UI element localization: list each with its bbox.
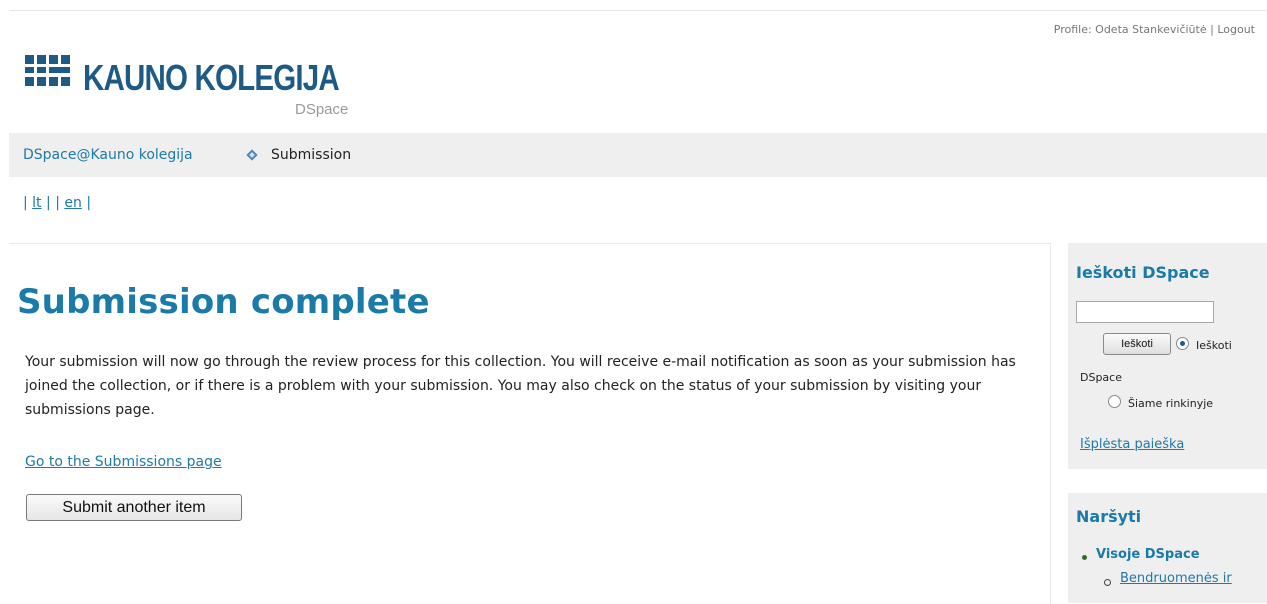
breadcrumb: DSpace@Kauno kolegija Submission (9, 133, 1267, 177)
bullet-hollow-icon (1104, 579, 1111, 586)
logo-mark-icon (25, 55, 79, 89)
submissions-page-link[interactable]: Go to the Submissions page (25, 454, 222, 470)
main-content: Submission complete Your submission will… (9, 243, 1051, 604)
language-switcher: | lt | | en | (23, 195, 91, 211)
lang-en-link[interactable]: en (64, 195, 82, 211)
search-scope-collection-label: Šiame rinkinyje (1128, 397, 1214, 410)
profile-bar: Profile: Odeta Stankevičiūtė | Logout (1054, 23, 1255, 36)
bullet-icon (1082, 555, 1087, 560)
browse-panel: Naršyti Visoje DSpace Bendruomenės ir (1068, 493, 1267, 603)
search-scope-dspace-radio[interactable] (1176, 337, 1189, 350)
profile-link[interactable]: Profile: Odeta Stankevičiūtė (1054, 23, 1207, 36)
breadcrumb-home-link[interactable]: DSpace@Kauno kolegija (23, 133, 193, 177)
advanced-search-link[interactable]: Išplėsta paieška (1080, 437, 1184, 452)
browse-all-dspace: Visoje DSpace (1096, 547, 1200, 562)
breadcrumb-arrow-icon (246, 149, 258, 161)
breadcrumb-current: Submission (271, 147, 352, 163)
logout-link[interactable]: Logout (1217, 23, 1255, 36)
lang-pipe: | (46, 195, 51, 211)
page-frame: Profile: Odeta Stankevičiūtė | Logout KA… (9, 10, 1267, 604)
search-scope-collection-radio[interactable] (1108, 395, 1121, 408)
lang-lt-link[interactable]: lt (32, 195, 41, 211)
profile-separator: | (1210, 23, 1214, 36)
kauno-kolegija-logo[interactable]: KAUNO KOLEGIJA DSpace (25, 49, 365, 131)
submit-another-item-button[interactable]: Submit another item (26, 494, 242, 521)
lang-pipe: | (23, 195, 28, 211)
search-button[interactable]: Ieškoti (1103, 333, 1171, 355)
lang-pipe: | (55, 195, 60, 211)
sidebar: Ieškoti DSpace Ieškoti Ieškoti DSpace Ši… (1068, 243, 1267, 603)
page-title: Submission complete (17, 282, 430, 322)
search-input[interactable] (1076, 301, 1214, 323)
search-scope-dspace-label-1: Ieškoti (1196, 339, 1232, 352)
search-panel-title: Ieškoti DSpace (1076, 263, 1210, 282)
logo-subtitle: DSpace (295, 101, 349, 118)
submission-message: Your submission will now go through the … (25, 354, 1016, 418)
browse-communities-link[interactable]: Bendruomenės ir (1120, 571, 1232, 586)
search-panel: Ieškoti DSpace Ieškoti Ieškoti DSpace Ši… (1068, 243, 1267, 469)
search-scope-dspace-label-2: DSpace (1080, 371, 1122, 384)
lang-pipe: | (86, 195, 92, 211)
logo-title: KAUNO KOLEGIJA (83, 57, 340, 98)
browse-panel-title: Naršyti (1076, 507, 1142, 526)
